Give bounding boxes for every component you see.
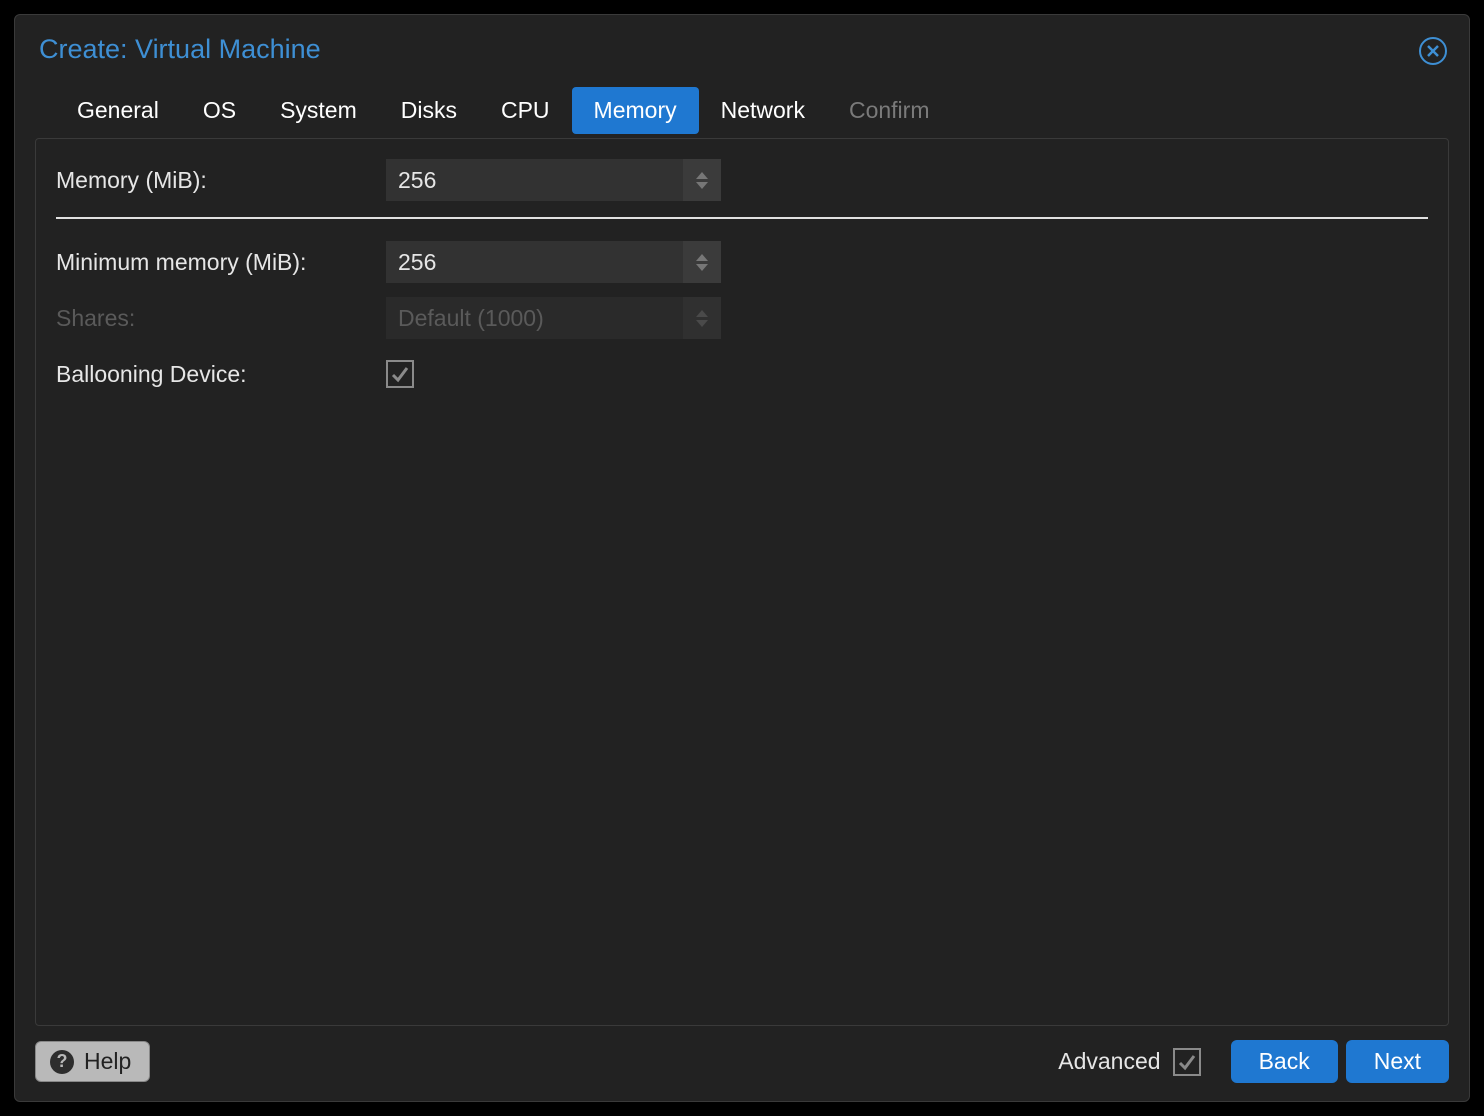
ballooning-row: Ballooning Device: bbox=[56, 351, 1428, 397]
tab-os[interactable]: OS bbox=[181, 87, 258, 134]
chevron-up-icon bbox=[696, 172, 708, 179]
close-button[interactable] bbox=[1419, 37, 1447, 65]
help-label: Help bbox=[84, 1048, 131, 1075]
dialog-footer: ? Help Advanced Back Next bbox=[15, 1026, 1469, 1101]
close-icon bbox=[1426, 44, 1440, 58]
tab-general[interactable]: General bbox=[55, 87, 181, 134]
create-vm-dialog: Create: Virtual Machine General OS Syste… bbox=[14, 14, 1470, 1102]
min-memory-stepper[interactable] bbox=[683, 241, 721, 283]
shares-row: Shares: Default (1000) bbox=[56, 295, 1428, 341]
dialog-title: Create: Virtual Machine bbox=[39, 34, 321, 65]
help-button[interactable]: ? Help bbox=[35, 1041, 150, 1082]
memory-stepper[interactable] bbox=[683, 159, 721, 201]
back-button[interactable]: Back bbox=[1231, 1040, 1338, 1083]
min-memory-value: 256 bbox=[398, 249, 436, 276]
memory-value: 256 bbox=[398, 167, 436, 194]
memory-row: Memory (MiB): 256 bbox=[56, 157, 1428, 203]
dialog-header: Create: Virtual Machine bbox=[15, 15, 1469, 75]
check-icon bbox=[390, 364, 410, 384]
shares-label: Shares: bbox=[56, 305, 386, 332]
help-icon: ? bbox=[50, 1050, 74, 1074]
chevron-down-icon bbox=[696, 264, 708, 271]
min-memory-row: Minimum memory (MiB): 256 bbox=[56, 239, 1428, 285]
divider bbox=[56, 217, 1428, 219]
shares-value: Default (1000) bbox=[398, 305, 544, 332]
memory-label: Memory (MiB): bbox=[56, 167, 386, 194]
min-memory-label: Minimum memory (MiB): bbox=[56, 249, 386, 276]
chevron-down-icon bbox=[696, 320, 708, 327]
wizard-tabs: General OS System Disks CPU Memory Netwo… bbox=[15, 75, 1469, 134]
ballooning-checkbox[interactable] bbox=[386, 360, 414, 388]
memory-input[interactable]: 256 bbox=[386, 159, 721, 201]
check-icon bbox=[1177, 1052, 1197, 1072]
chevron-up-icon bbox=[696, 310, 708, 317]
ballooning-label: Ballooning Device: bbox=[56, 361, 386, 388]
tab-cpu[interactable]: CPU bbox=[479, 87, 572, 134]
memory-panel: Memory (MiB): 256 Minimum memory (MiB): … bbox=[35, 138, 1449, 1026]
min-memory-input[interactable]: 256 bbox=[386, 241, 721, 283]
chevron-down-icon bbox=[696, 182, 708, 189]
shares-stepper bbox=[683, 297, 721, 339]
advanced-label: Advanced bbox=[1058, 1048, 1160, 1075]
tab-confirm: Confirm bbox=[827, 87, 952, 134]
tab-disks[interactable]: Disks bbox=[379, 87, 479, 134]
next-button[interactable]: Next bbox=[1346, 1040, 1449, 1083]
chevron-up-icon bbox=[696, 254, 708, 261]
tab-system[interactable]: System bbox=[258, 87, 379, 134]
tab-network[interactable]: Network bbox=[699, 87, 827, 134]
shares-input: Default (1000) bbox=[386, 297, 721, 339]
advanced-checkbox[interactable] bbox=[1173, 1048, 1201, 1076]
advanced-toggle[interactable]: Advanced bbox=[1058, 1048, 1200, 1076]
tab-memory[interactable]: Memory bbox=[572, 87, 699, 134]
